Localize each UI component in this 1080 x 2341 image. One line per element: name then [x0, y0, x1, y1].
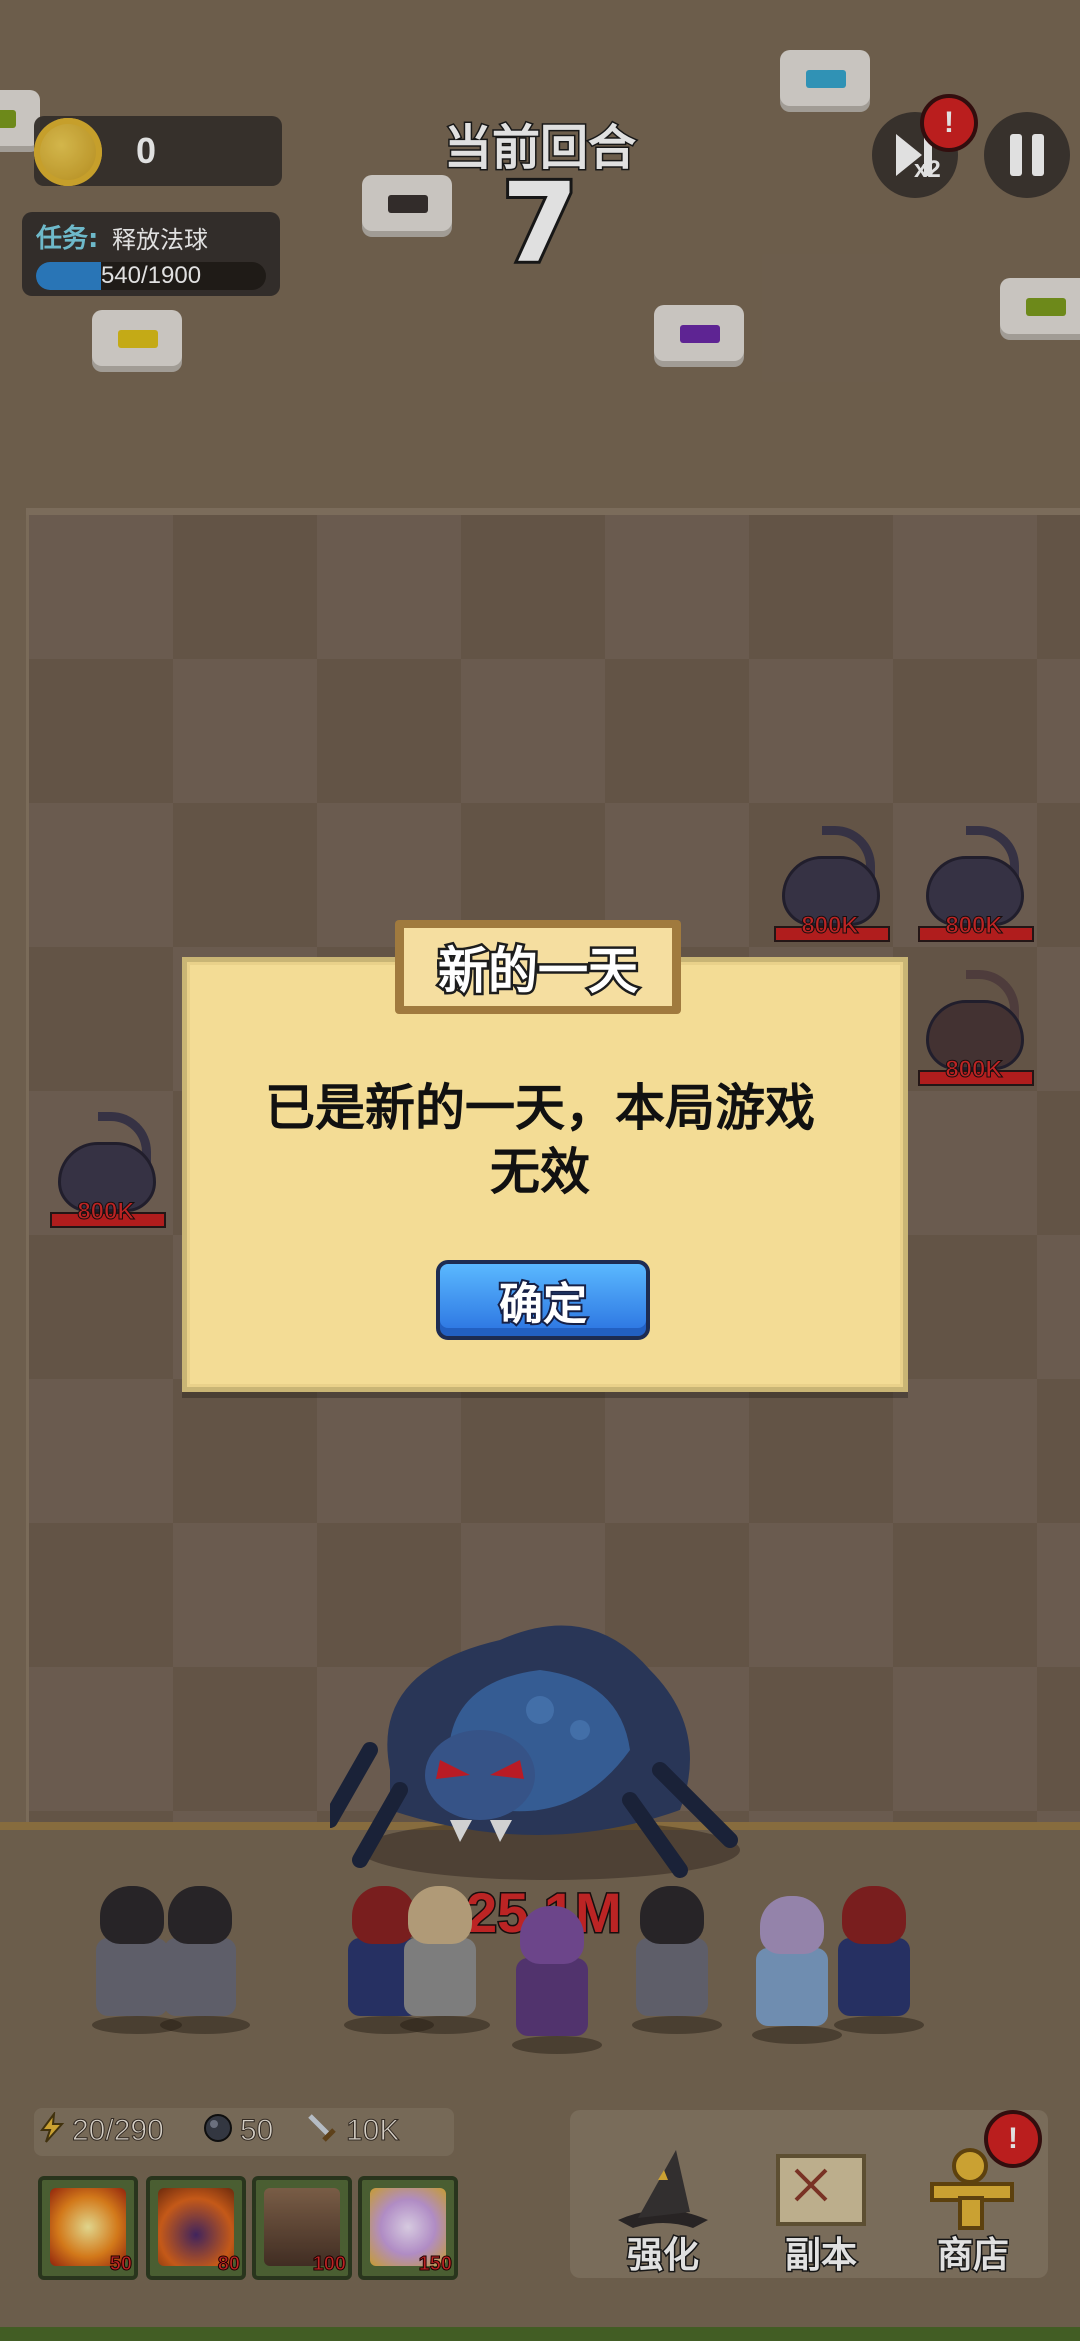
dialog-title: 新的一天	[404, 928, 672, 1006]
confirm-button[interactable]: 确定	[436, 1260, 650, 1340]
dialog-message-line1: 已是新的一天，本局游戏	[265, 1079, 815, 1137]
dialog-message-line2: 无效	[490, 1143, 590, 1201]
dialog-message: 已是新的一天，本局游戏 无效	[200, 1076, 880, 1204]
